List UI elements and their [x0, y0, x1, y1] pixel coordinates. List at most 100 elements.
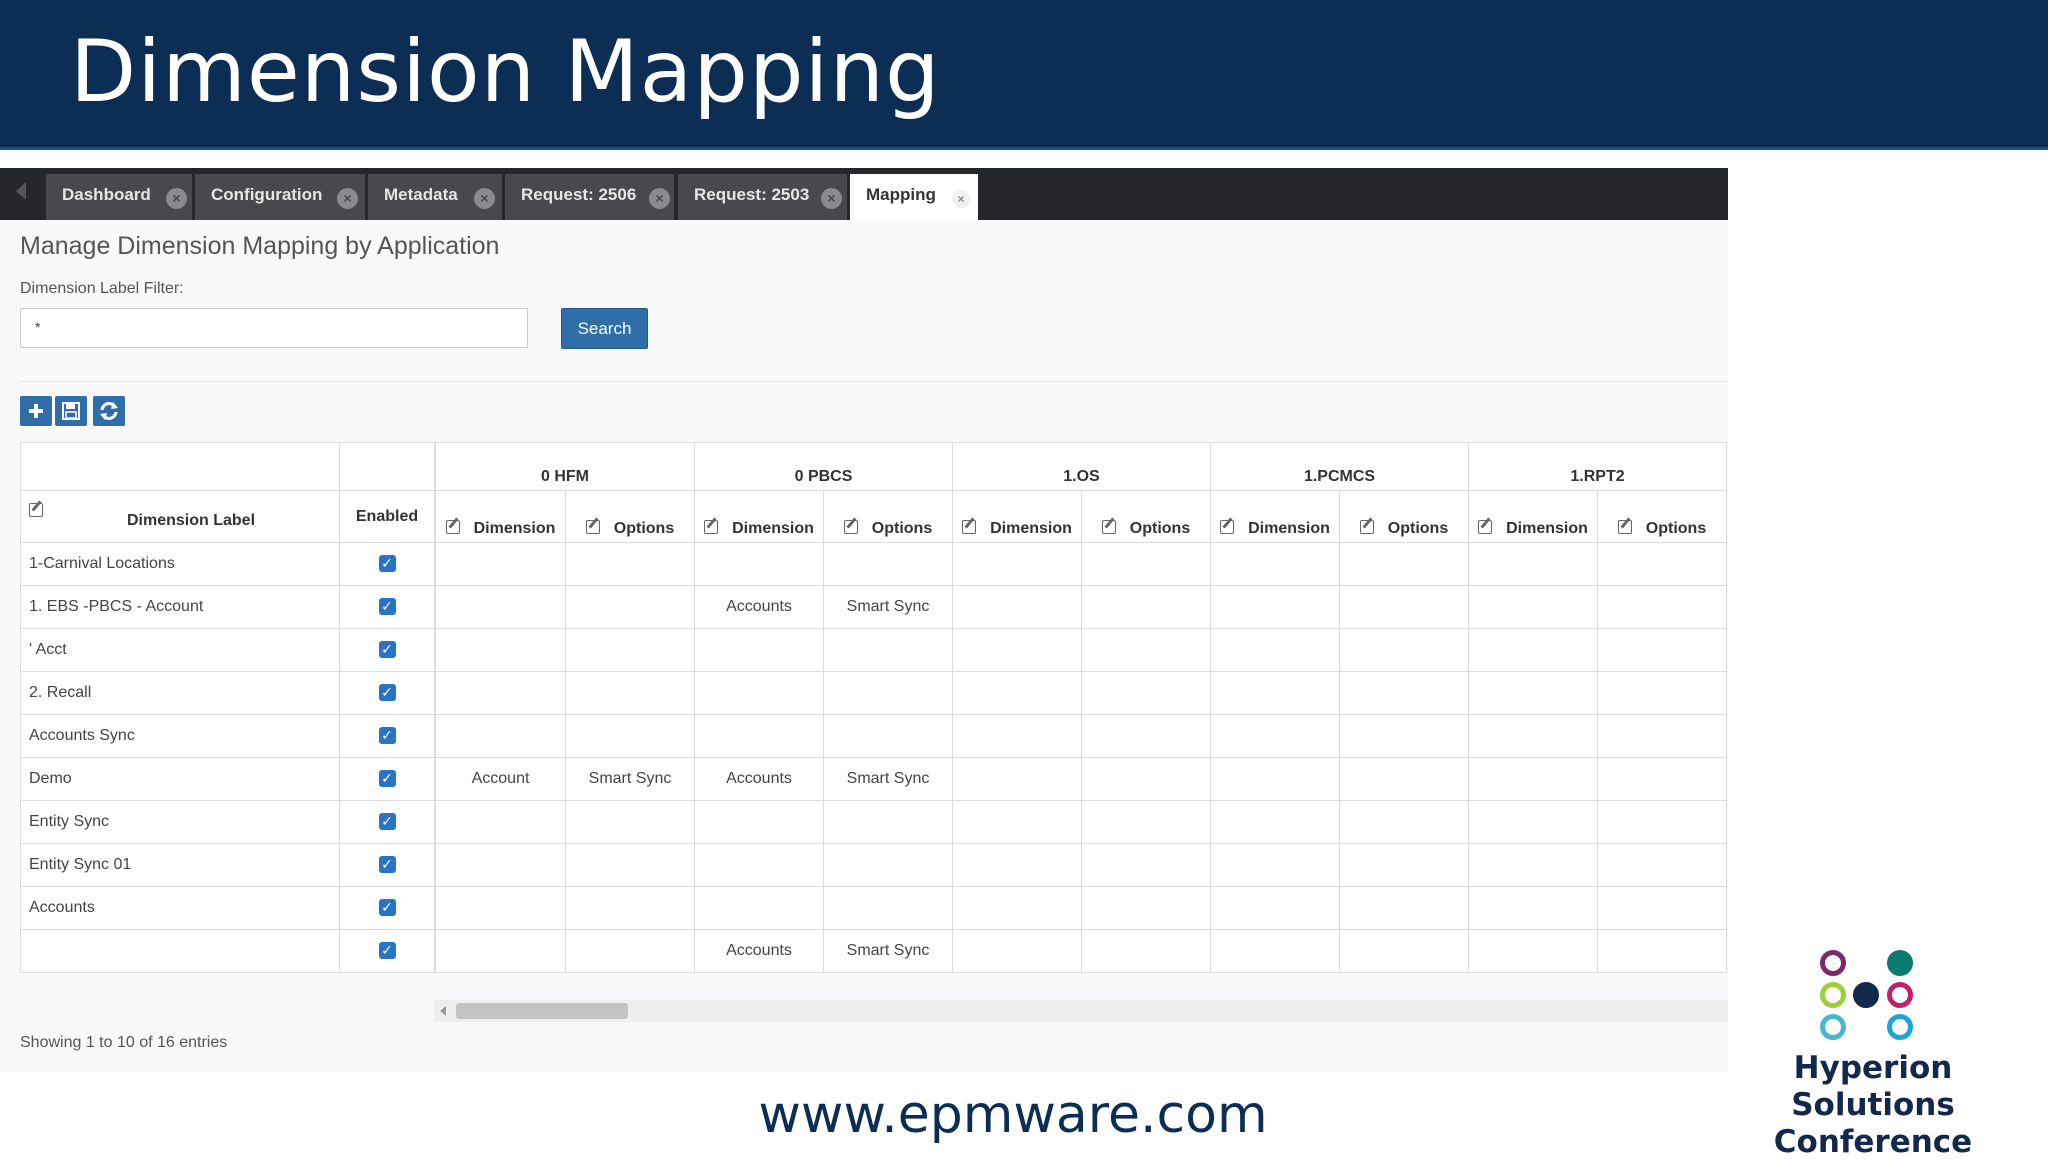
close-icon[interactable]: × [649, 188, 670, 209]
dimension-cell[interactable] [952, 628, 1082, 672]
dimension-cell[interactable] [694, 886, 824, 930]
enabled-checkbox[interactable]: ✓ [378, 813, 396, 830]
options-cell[interactable] [823, 628, 953, 672]
tab-scroll-left-icon[interactable] [16, 182, 26, 200]
options-cell[interactable] [823, 671, 953, 715]
options-cell[interactable] [1597, 714, 1727, 758]
dimension-cell[interactable] [1210, 714, 1340, 758]
dimension-cell[interactable] [435, 886, 566, 930]
options-cell[interactable] [1597, 542, 1727, 586]
dimension-cell[interactable] [1210, 542, 1340, 586]
dimension-cell[interactable] [1210, 585, 1340, 629]
dimension-cell[interactable] [435, 671, 566, 715]
dimension-label-cell[interactable]: ' Acct [20, 628, 340, 672]
dimension-cell[interactable] [435, 714, 566, 758]
table-row[interactable]: 2. Recall ✓ [20, 671, 1727, 715]
horizontal-scrollbar[interactable] [434, 1000, 1728, 1022]
options-cell[interactable] [1597, 843, 1727, 887]
dimension-cell[interactable] [1468, 800, 1598, 844]
tab-dashboard[interactable]: Dashboard × [46, 174, 192, 220]
dimension-cell[interactable] [694, 800, 824, 844]
dimension-cell[interactable] [694, 628, 824, 672]
dimension-cell[interactable] [1468, 929, 1598, 973]
table-row[interactable]: ' Acct ✓ [20, 628, 1727, 672]
dimension-cell[interactable] [952, 542, 1082, 586]
dimension-cell[interactable] [1468, 757, 1598, 801]
dimension-cell[interactable] [952, 714, 1082, 758]
options-cell[interactable] [823, 886, 953, 930]
options-cell[interactable] [823, 800, 953, 844]
enabled-checkbox[interactable]: ✓ [378, 899, 396, 916]
options-cell[interactable] [823, 843, 953, 887]
options-cell[interactable] [1339, 671, 1469, 715]
options-header[interactable]: Options [1597, 490, 1727, 543]
dimension-cell[interactable] [1210, 843, 1340, 887]
enabled-checkbox[interactable]: ✓ [378, 770, 396, 787]
dimension-label-cell[interactable]: 2. Recall [20, 671, 340, 715]
dimension-header[interactable]: Dimension [952, 490, 1082, 543]
dimension-cell[interactable] [694, 714, 824, 758]
options-cell[interactable] [1081, 800, 1211, 844]
table-row[interactable]: Accounts Sync ✓ [20, 714, 1727, 758]
dimension-header[interactable]: Dimension [694, 490, 824, 543]
dimension-cell[interactable] [952, 585, 1082, 629]
add-button[interactable] [20, 396, 52, 426]
dimension-cell[interactable] [1210, 929, 1340, 973]
dimension-cell[interactable] [952, 929, 1082, 973]
options-cell[interactable] [565, 714, 695, 758]
options-header[interactable]: Options [823, 490, 953, 543]
table-row[interactable]: 1. EBS -PBCS - Account ✓ Accounts Smart Syn… [20, 585, 1727, 629]
options-cell[interactable] [1339, 886, 1469, 930]
dimension-cell[interactable]: Account [435, 757, 566, 801]
options-cell[interactable] [565, 886, 695, 930]
tab-configuration[interactable]: Configuration × [195, 174, 365, 220]
dimension-cell[interactable] [952, 800, 1082, 844]
options-cell[interactable] [1081, 671, 1211, 715]
options-cell[interactable] [565, 628, 695, 672]
dimension-cell[interactable] [435, 628, 566, 672]
dimension-label-header[interactable]: Dimension Label [20, 490, 340, 543]
dimension-label-cell[interactable]: Entity Sync 01 [20, 843, 340, 887]
dimension-cell[interactable] [952, 757, 1082, 801]
table-row[interactable]: Accounts ✓ [20, 886, 1727, 930]
options-cell[interactable] [1339, 585, 1469, 629]
dimension-header[interactable]: Dimension [435, 490, 566, 543]
dimension-cell[interactable] [1210, 671, 1340, 715]
options-cell[interactable] [1597, 929, 1727, 973]
options-cell[interactable] [1597, 585, 1727, 629]
dimension-header[interactable]: Dimension [1210, 490, 1340, 543]
dimension-cell[interactable] [1210, 628, 1340, 672]
options-cell[interactable] [1597, 757, 1727, 801]
options-cell[interactable]: Smart Sync [565, 757, 695, 801]
options-cell[interactable] [1081, 714, 1211, 758]
dimension-cell[interactable] [1210, 800, 1340, 844]
dimension-cell[interactable] [1468, 671, 1598, 715]
dimension-cell[interactable] [1468, 542, 1598, 586]
dimension-cell[interactable] [435, 843, 566, 887]
enabled-header[interactable]: Enabled [339, 490, 435, 543]
options-cell[interactable] [1081, 628, 1211, 672]
scrollbar-thumb[interactable] [456, 1003, 628, 1019]
options-cell[interactable] [823, 714, 953, 758]
tab-request-2503[interactable]: Request: 2503 × [678, 174, 847, 220]
options-cell[interactable] [565, 671, 695, 715]
options-cell[interactable] [823, 542, 953, 586]
enabled-checkbox[interactable]: ✓ [378, 727, 396, 744]
options-cell[interactable] [565, 585, 695, 629]
dimension-cell[interactable] [435, 542, 566, 586]
dimension-label-cell[interactable] [20, 929, 340, 973]
enabled-checkbox[interactable]: ✓ [378, 684, 396, 701]
options-cell[interactable] [565, 843, 695, 887]
dimension-label-cell[interactable]: Accounts [20, 886, 340, 930]
dimension-cell[interactable] [1468, 843, 1598, 887]
tab-metadata[interactable]: Metadata × [368, 174, 502, 220]
table-row[interactable]: 1-Carnival Locations ✓ [20, 542, 1727, 586]
table-row[interactable]: Entity Sync ✓ [20, 800, 1727, 844]
options-cell[interactable] [1081, 929, 1211, 973]
dimension-cell[interactable] [1468, 585, 1598, 629]
dimension-cell[interactable] [952, 843, 1082, 887]
enabled-checkbox[interactable]: ✓ [378, 641, 396, 658]
dimension-label-cell[interactable]: 1. EBS -PBCS - Account [20, 585, 340, 629]
table-row[interactable]: Demo ✓ Account Smart Sync Accounts Smart Sync [20, 757, 1727, 801]
options-cell[interactable] [1597, 671, 1727, 715]
